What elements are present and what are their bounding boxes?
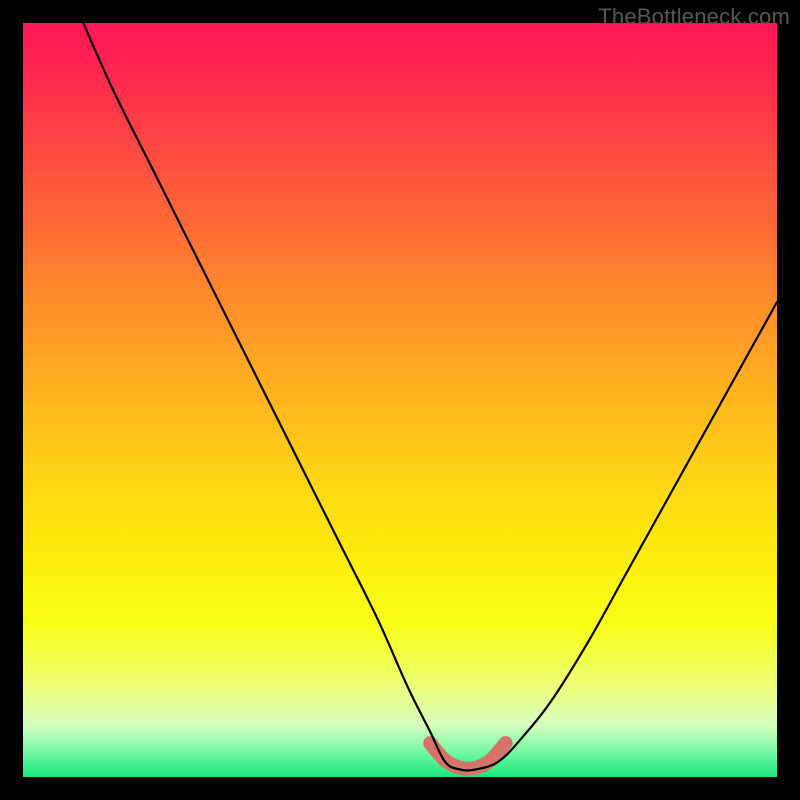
chart-frame: TheBottleneck.com — [0, 0, 800, 800]
bottleneck-curve-line — [83, 23, 777, 770]
chart-svg — [23, 23, 777, 777]
plot-area — [23, 23, 777, 777]
watermark-text: TheBottleneck.com — [598, 4, 790, 30]
